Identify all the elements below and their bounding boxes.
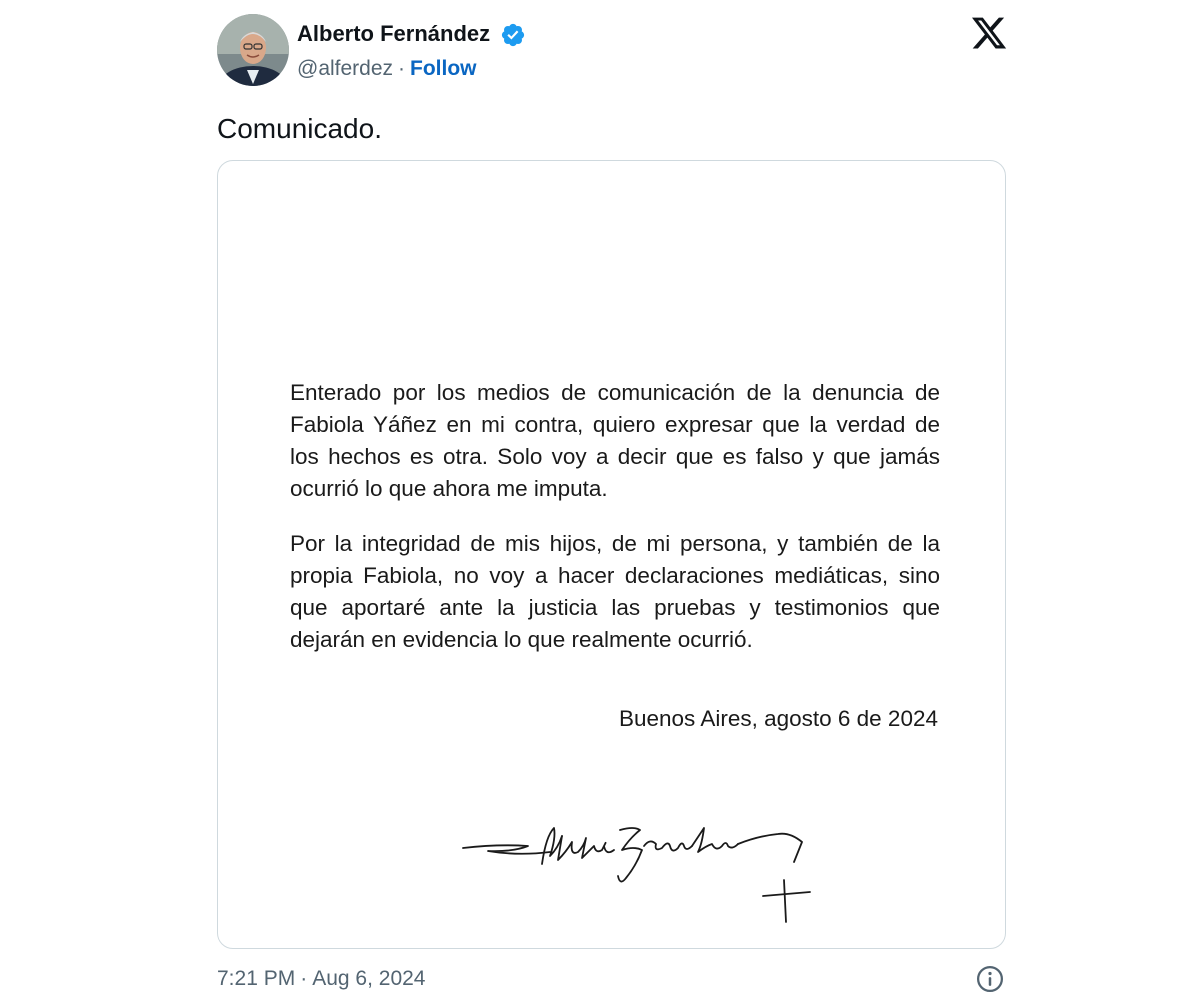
tweet-date[interactable]: Aug 6, 2024 [312,967,425,990]
verified-badge-icon [501,23,525,47]
x-logo-icon[interactable] [970,14,1008,52]
avatar[interactable] [217,14,289,86]
letter-paragraph-1: Enterado por los medios de comunicación … [290,380,940,501]
follow-button[interactable]: Follow [410,57,477,80]
letter-paragraph-2: Por la integridad de mis hijos, de mi pe… [290,531,940,652]
author-name[interactable]: Alberto Fernández [297,20,490,48]
handwritten-signature [462,827,811,923]
handle-row: @alferdez · Follow [297,56,477,82]
info-icon[interactable] [975,964,1005,994]
letter-date-line: Buenos Aires, agosto 6 de 2024 [619,706,938,731]
tweet-embed: Alberto Fernández @alferdez · Follow Comun… [0,0,1200,1000]
tweet-text: Comunicado. [217,113,382,144]
attached-image-letter[interactable]: Enterado por los medios de comunicación … [217,160,1006,949]
footer-separator: · [300,967,308,990]
tweet-time[interactable]: 7:21 PM [217,967,295,990]
author-handle[interactable]: @alferdez [297,57,393,80]
tweet-footer: 7:21 PM · Aug 6, 2024 [217,965,425,993]
handle-separator: · [398,57,406,80]
